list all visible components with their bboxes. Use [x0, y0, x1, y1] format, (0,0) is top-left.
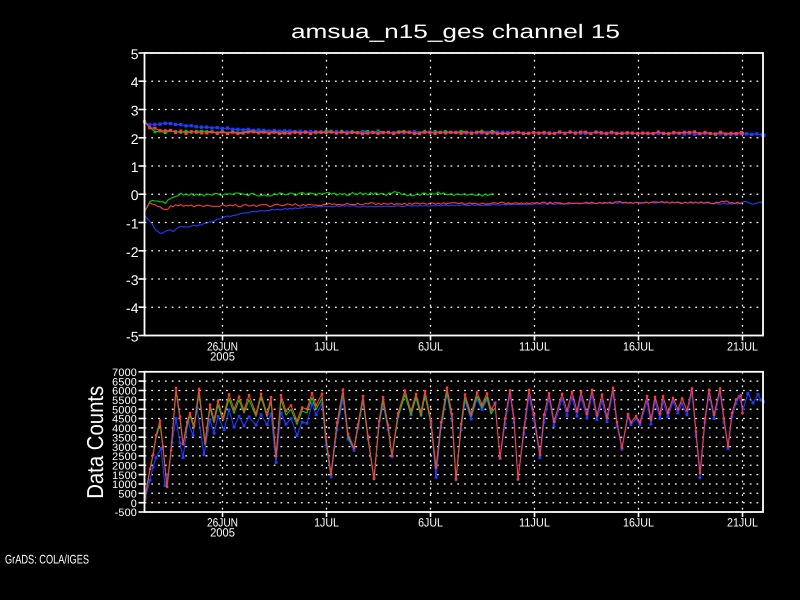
svg-text:7000: 7000 — [112, 367, 137, 379]
svg-text:amsua_n15_ges channel 15: amsua_n15_ges channel 15 — [291, 21, 620, 43]
svg-text:16JUL: 16JUL — [623, 340, 654, 354]
svg-text:2005: 2005 — [210, 526, 235, 540]
svg-text:-3: -3 — [126, 272, 139, 288]
svg-text:-5: -5 — [126, 329, 139, 345]
svg-text:11JUL: 11JUL — [519, 340, 550, 354]
svg-text:6JUL: 6JUL — [418, 340, 443, 354]
svg-text:-1: -1 — [126, 216, 139, 232]
svg-text:3: 3 — [131, 103, 139, 119]
svg-text:21JUL: 21JUL — [727, 340, 758, 354]
svg-text:1JUL: 1JUL — [314, 340, 339, 354]
svg-text:2005: 2005 — [210, 350, 235, 364]
svg-text:6JUL: 6JUL — [418, 516, 443, 530]
svg-text:16JUL: 16JUL — [623, 516, 654, 530]
svg-text:0: 0 — [131, 187, 139, 203]
svg-text:2: 2 — [131, 131, 139, 147]
svg-text:1JUL: 1JUL — [314, 516, 339, 530]
svg-text:5: 5 — [131, 46, 139, 62]
svg-text:21JUL: 21JUL — [727, 516, 758, 530]
svg-text:4: 4 — [131, 74, 139, 90]
svg-text:11JUL: 11JUL — [519, 516, 550, 530]
svg-text:GrADS: COLA/IGES: GrADS: COLA/IGES — [5, 553, 89, 567]
svg-text:-4: -4 — [126, 300, 139, 316]
svg-text:-2: -2 — [126, 244, 139, 260]
svg-text:1: 1 — [131, 159, 139, 175]
svg-text:Data Counts: Data Counts — [82, 386, 108, 499]
